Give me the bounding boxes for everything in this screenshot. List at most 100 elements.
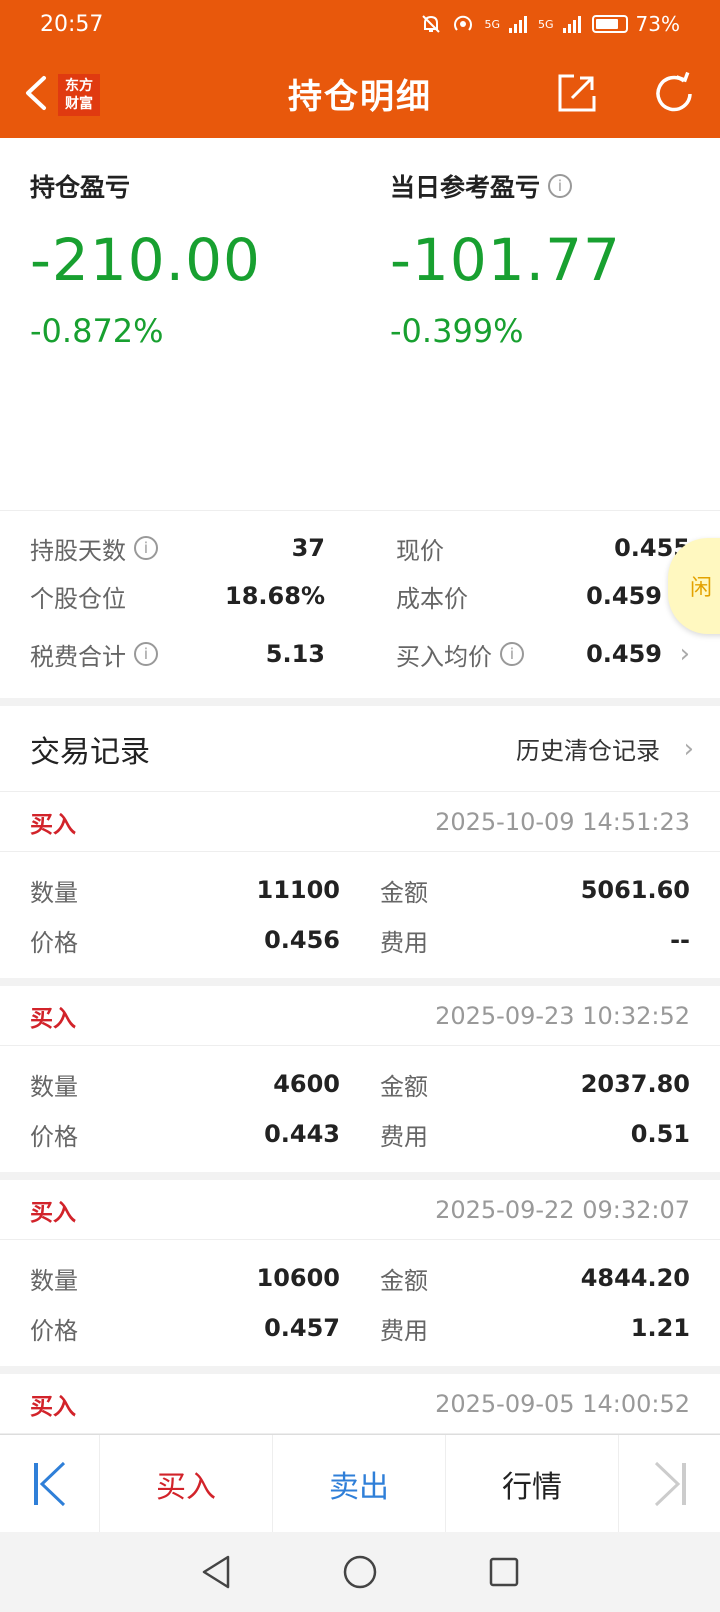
info-icon[interactable]: i bbox=[500, 642, 524, 666]
trade-qty: 数量 11100 bbox=[30, 876, 341, 907]
trade-record[interactable]: 买入 2025-09-23 10:32:52 数量 4600 金额 2037.8… bbox=[0, 986, 720, 1172]
trade-record-body: 数量 4600 金额 2037.80 价格 0.443 费用 0.51 bbox=[0, 1046, 720, 1172]
nav-home-icon[interactable] bbox=[342, 1554, 378, 1590]
sell-button[interactable]: 卖出 bbox=[273, 1435, 446, 1532]
holding-pl-percent: -0.872% bbox=[30, 312, 164, 350]
trade-qty: 数量 10600 bbox=[30, 1264, 341, 1295]
trade-price-value: 0.457 bbox=[264, 1314, 340, 1342]
position-stats: 持股天数 i 37 现价 0.455 个股仓位 18.68% 成本价 0.459 … bbox=[0, 510, 720, 698]
trade-type: 买入 bbox=[30, 1005, 76, 1032]
trade-records-header: 交易记录 历史清仓记录 › bbox=[0, 706, 720, 792]
system-nav-bar bbox=[0, 1532, 720, 1612]
trade-price: 价格 0.457 bbox=[30, 1314, 340, 1345]
trade-time: 2025-09-23 10:32:52 bbox=[435, 1001, 690, 1030]
trade-amount-value: 4844.20 bbox=[580, 1264, 690, 1292]
signal2-icon bbox=[562, 16, 581, 33]
stat-cost-price[interactable]: 成本价 0.459 › bbox=[396, 579, 690, 613]
trade-fee: 费用 1.21 bbox=[380, 1314, 690, 1345]
holding-pl: 持仓盈亏 -210.00 -0.872% bbox=[30, 168, 261, 350]
trade-record-header: 买入 2025-09-23 10:32:52 bbox=[0, 986, 720, 1046]
nav-back-icon[interactable] bbox=[200, 1554, 232, 1590]
trade-record-header: 买入 2025-09-05 14:00:52 bbox=[0, 1374, 720, 1434]
chevron-right-icon[interactable]: › bbox=[680, 639, 690, 669]
stat-total-fees: 税费合计 i 5.13 bbox=[30, 640, 325, 671]
trade-fee: 费用 0.51 bbox=[380, 1120, 690, 1151]
trade-qty: 数量 4600 bbox=[30, 1070, 340, 1101]
trade-type: 买入 bbox=[30, 1393, 76, 1420]
trade-type: 买入 bbox=[30, 811, 76, 838]
trade-record-body: 数量 11100 金额 5061.60 价格 0.456 费用 -- bbox=[0, 852, 720, 978]
first-page-icon bbox=[33, 1461, 65, 1506]
stat-position-ratio: 个股仓位 18.68% bbox=[30, 582, 325, 613]
bottom-action-bar: 买入 卖出 行情 bbox=[0, 1434, 720, 1532]
battery-percent: 73% bbox=[635, 12, 680, 36]
trade-amount: 金额 2037.80 bbox=[380, 1070, 690, 1101]
trade-amount: 金额 4844.20 bbox=[380, 1264, 690, 1295]
nav-recents-icon[interactable] bbox=[488, 1556, 520, 1588]
position-ratio-value: 18.68% bbox=[225, 582, 325, 610]
stat-avg-buy-price[interactable]: 买入均价 i 0.459 › bbox=[396, 637, 690, 671]
info-icon[interactable]: i bbox=[134, 642, 158, 666]
daily-pl-percent: -0.399% bbox=[390, 312, 524, 350]
app-logo: 东方 财富 bbox=[58, 74, 100, 116]
back-icon[interactable] bbox=[16, 70, 56, 116]
network1-label: 5G bbox=[484, 17, 501, 31]
quote-button[interactable]: 行情 bbox=[446, 1435, 619, 1532]
last-page-button[interactable] bbox=[619, 1435, 720, 1532]
trade-price-value: 0.456 bbox=[264, 926, 340, 954]
trade-qty-value: 11100 bbox=[256, 876, 341, 904]
mute-bell-icon bbox=[422, 15, 441, 33]
network2-label: 5G bbox=[538, 17, 554, 31]
trade-time: 2025-09-22 09:32:07 bbox=[435, 1195, 690, 1224]
trade-record-header: 买入 2025-09-22 09:32:07 bbox=[0, 1180, 720, 1240]
trade-fee: 费用 -- bbox=[380, 926, 690, 957]
share-icon[interactable] bbox=[554, 70, 600, 116]
daily-pl: 当日参考盈亏 i -101.77 -0.399% bbox=[390, 168, 621, 350]
refresh-icon[interactable] bbox=[650, 70, 698, 118]
trade-qty-value: 4600 bbox=[273, 1070, 340, 1098]
trade-record-body: 数量 10600 金额 4844.20 价格 0.457 费用 1.21 bbox=[0, 1240, 720, 1366]
status-time: 20:57 bbox=[40, 11, 104, 37]
cost-price-value: 0.459 bbox=[586, 582, 662, 610]
holding-pl-value: -210.00 bbox=[30, 226, 261, 294]
top-header: 20:57 5G 5G 73% 东方 财富 持仓明细 bbox=[0, 0, 720, 138]
trade-record-header: 买入 2025-10-09 14:51:23 bbox=[0, 792, 720, 852]
daily-pl-label: 当日参考盈亏 bbox=[390, 173, 541, 202]
stat-holding-days: 持股天数 i 37 bbox=[30, 534, 325, 565]
pl-summary: 持仓盈亏 -210.00 -0.872% 当日参考盈亏 i -101.77 -0… bbox=[0, 138, 720, 510]
avg-buy-price-value: 0.459 bbox=[586, 640, 662, 668]
history-link[interactable]: 历史清仓记录 bbox=[516, 731, 690, 766]
trade-type: 买入 bbox=[30, 1199, 76, 1226]
trade-amount-value: 5061.60 bbox=[580, 876, 690, 904]
trade-price: 价格 0.456 bbox=[30, 926, 340, 957]
info-icon[interactable]: i bbox=[134, 536, 158, 560]
trade-price-value: 0.443 bbox=[264, 1120, 340, 1148]
buy-button[interactable]: 买入 bbox=[100, 1435, 273, 1532]
trade-fee-value: 0.51 bbox=[630, 1120, 690, 1148]
trade-fee-value: -- bbox=[670, 926, 690, 954]
daily-pl-value: -101.77 bbox=[390, 226, 621, 294]
trade-fee-value: 1.21 bbox=[630, 1314, 690, 1342]
trade-time: 2025-10-09 14:51:23 bbox=[435, 807, 690, 836]
trade-amount-value: 2037.80 bbox=[580, 1070, 690, 1098]
last-page-icon bbox=[654, 1461, 686, 1506]
holding-pl-label: 持仓盈亏 bbox=[30, 173, 131, 202]
page-title: 持仓明细 bbox=[288, 76, 432, 117]
total-fees-value: 5.13 bbox=[265, 640, 325, 668]
battery-icon bbox=[591, 15, 628, 33]
hotspot-icon bbox=[454, 15, 473, 31]
trade-time: 2025-09-05 14:00:52 bbox=[435, 1389, 690, 1418]
trade-amount: 金额 5061.60 bbox=[380, 876, 690, 907]
trade-qty-value: 10600 bbox=[256, 1264, 341, 1292]
trade-record[interactable]: 买入 2025-09-22 09:32:07 数量 10600 金额 4844.… bbox=[0, 1180, 720, 1366]
holding-days-value: 37 bbox=[291, 534, 325, 562]
trade-record[interactable]: 买入 2025-10-09 14:51:23 数量 11100 金额 5061.… bbox=[0, 792, 720, 978]
first-page-button[interactable] bbox=[0, 1435, 100, 1532]
trade-records-title: 交易记录 bbox=[30, 734, 150, 770]
stat-current-price: 现价 0.455 bbox=[396, 534, 690, 565]
nav-bar: 东方 财富 持仓明细 bbox=[0, 48, 720, 138]
status-bar: 20:57 5G 5G 73% bbox=[0, 0, 720, 48]
info-icon[interactable]: i bbox=[548, 174, 573, 198]
trade-price: 价格 0.443 bbox=[30, 1120, 340, 1151]
chevron-right-icon[interactable]: › bbox=[684, 734, 694, 764]
